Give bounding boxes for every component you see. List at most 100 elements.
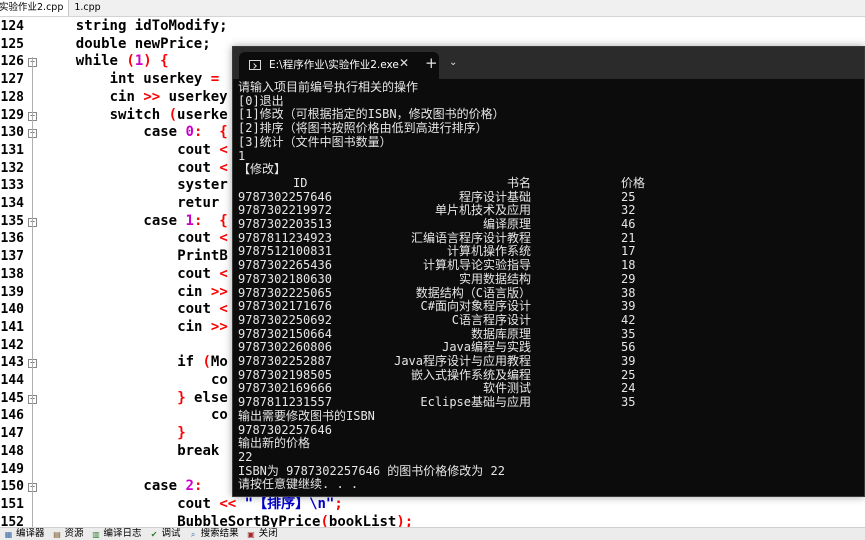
console-title-bar[interactable]: E:\程序作业\实验作业2.exe ✕ + ⌄: [233, 47, 864, 79]
book-price: 56: [621, 340, 636, 355]
table-row: 9787302225065 数据结构（C语言版） 38: [238, 285, 858, 301]
editor-tab-2[interactable]: 1.cpp: [69, 0, 106, 16]
book-price: 42: [621, 312, 636, 327]
code-token: co: [211, 372, 228, 388]
code-line: double newPrice;: [76, 36, 211, 54]
console-output: 请输入项目前编号执行相关的操作 [0]退出 [1]修改（可根据指定的ISBN，修改图…: [238, 81, 858, 493]
table-row: 9787302265436 计算机导论实验指导 18: [238, 258, 858, 273]
table-row: 9787302260806 Java编程与实践 56: [238, 341, 858, 355]
search-results-icon: ⌕: [190, 529, 196, 539]
chevron-down-icon[interactable]: ⌄: [449, 57, 457, 68]
code-line: if (Mo: [177, 354, 228, 372]
book-title: 书名: [506, 175, 531, 190]
code-line: case 1: {: [143, 213, 227, 231]
code-token: case: [143, 478, 186, 495]
code-token: retur: [177, 195, 220, 211]
panel-tab-search-results[interactable]: ⌕ 搜索结果: [185, 528, 243, 540]
line-number: 141: [0, 319, 24, 335]
code-token: cin: [177, 283, 211, 300]
console-line: 【修改】: [238, 162, 287, 177]
code-token: int userkey: [109, 71, 211, 88]
line-number: 144: [0, 373, 24, 388]
code-token: >>: [210, 318, 228, 335]
console-window[interactable]: E:\程序作业\实验作业2.exe ✕ + ⌄ 请输入项目前编号执行相关的操作[…: [232, 46, 865, 497]
book-price: 35: [621, 326, 636, 341]
code-line: cout <: [177, 301, 228, 319]
code-token: string idToModify;: [75, 18, 228, 34]
panel-tab-debug[interactable]: ✔ 调试: [146, 528, 185, 540]
panel-tab-resources[interactable]: ▤ 资源: [49, 528, 88, 540]
code-token: cin: [177, 318, 211, 335]
code-token: <<: [219, 495, 245, 512]
close-icon[interactable]: ✕: [399, 56, 409, 70]
code-line: syster: [177, 177, 228, 195]
code-token: break: [177, 442, 220, 459]
code-line: cin >>: [177, 284, 228, 302]
console-tab[interactable]: E:\程序作业\实验作业2.exe ✕: [239, 52, 439, 79]
table-row: 9787302171676 C#面向对象程序设计 39: [238, 300, 858, 314]
debug-icon: ✔: [150, 529, 158, 539]
line-number: 132: [0, 160, 24, 176]
console-line: 请输入项目前编号执行相关的操作: [238, 81, 419, 94]
new-tab-icon[interactable]: +: [425, 55, 438, 71]
table-row: 9787302180630 实用数据结构 29: [238, 271, 858, 287]
console-line: 输出需要修改图书的ISBN: [238, 408, 375, 423]
console-line: 请按任意键继续. . .: [238, 477, 359, 492]
code-token: {: [219, 212, 228, 229]
book-price: 38: [621, 285, 636, 300]
line-number: 131: [0, 142, 24, 158]
code-line: break: [177, 443, 219, 461]
panel-tab-compiler[interactable]: ▦ 编译器: [0, 528, 49, 540]
code-token: cout: [177, 159, 220, 176]
code-token: switch: [109, 106, 169, 123]
code-line: retur: [177, 195, 219, 213]
book-price: 25: [621, 189, 636, 204]
book-title: 编译原理: [482, 217, 531, 231]
line-number: 127: [0, 72, 24, 88]
compile-log-icon: ▥: [92, 529, 100, 539]
code-token: case: [143, 212, 186, 229]
panel-tab-label: 调试: [161, 528, 181, 539]
code-token: co: [211, 407, 228, 424]
panel-tab-close[interactable]: ▣ 关闭: [243, 528, 282, 540]
resources-icon: ▤: [53, 529, 61, 539]
code-token: <: [219, 141, 228, 158]
panel-tab-label: 编译日志: [103, 528, 142, 539]
panel-tab-compile-log[interactable]: ▥ 编译日志: [88, 528, 146, 540]
code-token: (: [202, 354, 211, 371]
bottom-panel-tabs: ▦ 编译器 ▤ 资源 ▥ 编译日志 ✔ 调试 ⌕ 搜索结果 ▣ 关闭: [0, 527, 865, 540]
line-number: 146: [0, 408, 24, 424]
code-line: cout <: [177, 142, 228, 160]
book-title: 单片机技术及应用: [434, 203, 531, 218]
line-number: 137: [0, 249, 24, 265]
book-title: 实用数据结构: [458, 271, 531, 286]
line-number-gutter: 124125126−127128129−130−131132133134135−…: [0, 17, 40, 530]
editor-tab-1[interactable]: 实验作业2.cpp: [0, 0, 70, 16]
console-line: 22: [238, 449, 253, 464]
compiler-icon: ▦: [4, 529, 13, 539]
close-icon: ▣: [247, 529, 255, 539]
code-token: }: [177, 389, 195, 406]
table-row: 9787302219972 单片机技术及应用 32: [238, 204, 858, 218]
code-token: :: [193, 478, 203, 495]
code-token: if: [177, 354, 203, 371]
book-price: 24: [621, 381, 636, 396]
code-line: cout <: [177, 230, 228, 248]
table-header: ID 书名 价格: [238, 175, 858, 191]
code-token: "【排序】\n": [244, 495, 335, 512]
code-line: while (1) {: [76, 53, 169, 71]
table-row: 9787512100831 计算机操作系统 17: [238, 245, 858, 259]
code-token: Mo: [210, 354, 228, 371]
line-number: 124: [0, 19, 24, 34]
book-price: 18: [621, 258, 636, 273]
line-number: 134: [0, 196, 24, 211]
code-token: cout: [177, 495, 220, 512]
book-price: 29: [621, 271, 636, 286]
book-price: 21: [621, 230, 636, 245]
code-token: ) {: [143, 53, 169, 70]
code-token: userke: [177, 106, 228, 123]
line-number: 138: [0, 266, 24, 282]
code-token: PrintB: [177, 248, 228, 265]
